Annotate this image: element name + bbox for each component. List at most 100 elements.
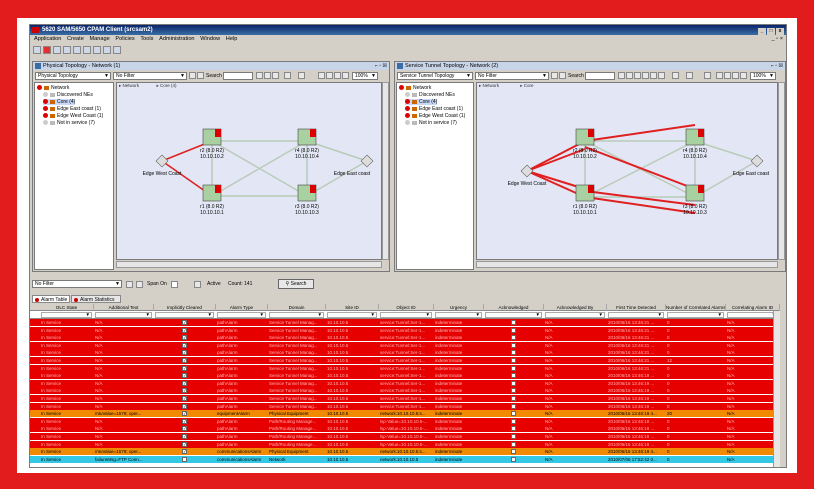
toolbar-btn-d[interactable]: [298, 72, 305, 79]
router-node-r4[interactable]: r4 (8.0 R2)10.10.10.4: [683, 128, 707, 160]
table-row[interactable]: In Service N/A ✓ pathAlarm Service Tunnel Ma…: [30, 364, 780, 372]
menu-help[interactable]: Help: [226, 35, 238, 44]
column-filter[interactable]: ▼: [727, 312, 778, 318]
toolbar-btn-d[interactable]: [642, 72, 649, 79]
filter-edit-icon[interactable]: [559, 72, 566, 79]
breadcrumb-item[interactable]: Core (4): [160, 83, 177, 88]
breadcrumb-item[interactable]: Network: [123, 83, 140, 88]
search-input[interactable]: [585, 72, 615, 80]
router-node-r2[interactable]: r2 (8.0 R2)10.10.10.2: [573, 128, 597, 160]
topology-canvas[interactable]: ▸ Network ▸ Core r2 (8.0 R2)10.10.10.2: [476, 82, 778, 260]
column-filter[interactable]: ▼: [608, 312, 664, 318]
zoom-out-icon[interactable]: [342, 72, 349, 79]
menu-application[interactable]: Application: [34, 35, 61, 44]
acknowledged-checkbox[interactable]: [511, 411, 516, 417]
tab-alarm-table[interactable]: Alarm Table: [32, 295, 70, 303]
column-header[interactable]: Domain: [268, 304, 326, 311]
column-filter[interactable]: ▼: [485, 312, 542, 318]
table-row[interactable]: In Service N/A ✓ pathAlarm Path/Routing Mana…: [30, 417, 780, 425]
column-header[interactable]: Correlating Alarm ID: [726, 304, 780, 311]
pan-hand-icon[interactable]: [724, 72, 731, 79]
acknowledged-checkbox[interactable]: [511, 350, 516, 356]
toolbar-icon-4[interactable]: [63, 46, 71, 54]
table-row[interactable]: In Service N/A ✓ pathAlarm Service Tunnel Ma…: [30, 334, 780, 342]
zoom-select[interactable]: 100% ▼: [352, 72, 378, 80]
table-row[interactable]: In Service N/A ✓ pathAlarm Service Tunnel Ma…: [30, 387, 780, 395]
close-button[interactable]: x: [776, 28, 784, 35]
column-filter[interactable]: ▼: [435, 312, 482, 318]
zoom-in-icon[interactable]: [732, 72, 739, 79]
router-node-r1[interactable]: r1 (8.0 R2)10.10.10.1: [573, 184, 597, 216]
menu-administration[interactable]: Administration: [159, 35, 194, 44]
toolbar-btn-f[interactable]: [658, 72, 665, 79]
toolbar-icon-1[interactable]: [33, 46, 41, 54]
edge-node-west[interactable]: Edge West Coast: [143, 154, 182, 177]
table-row[interactable]: In Service N/A ✓ pathAlarm Service Tunnel Ma…: [30, 395, 780, 402]
tree-item-not-in-service[interactable]: Not in service (7): [43, 120, 95, 126]
acknowledged-checkbox[interactable]: [511, 396, 516, 401]
minimize-button[interactable]: _: [758, 28, 766, 35]
acknowledged-checkbox[interactable]: [511, 373, 516, 379]
table-row[interactable]: In Service N/A ✓ pathAlarm Service Tunnel Ma…: [30, 379, 780, 387]
column-filter[interactable]: ▼: [327, 312, 377, 318]
breadcrumb-item[interactable]: Network: [483, 83, 500, 88]
acknowledged-checkbox[interactable]: [511, 320, 516, 325]
table-row[interactable]: In Service mtuValue=1578; oper... ✓ equipme…: [30, 410, 780, 418]
acknowledged-checkbox[interactable]: [511, 434, 516, 439]
menu-policies[interactable]: Policies: [115, 35, 134, 44]
table-vertical-scrollbar[interactable]: [773, 311, 780, 467]
column-header[interactable]: Site ID: [326, 304, 379, 311]
zoom-in-icon[interactable]: [334, 72, 341, 79]
pause-icon[interactable]: [194, 281, 201, 288]
layout-icon[interactable]: [672, 72, 679, 79]
layout-icon[interactable]: [284, 72, 291, 79]
column-header[interactable]: First Time Detected: [607, 304, 666, 311]
menu-create[interactable]: Create: [67, 35, 84, 44]
acknowledged-checkbox[interactable]: [511, 388, 516, 394]
vertical-scrollbar[interactable]: [778, 82, 785, 260]
column-filter[interactable]: ▼: [155, 312, 214, 318]
acknowledged-checkbox[interactable]: [511, 380, 516, 386]
horizontal-scrollbar[interactable]: [476, 261, 778, 268]
tree-item-network[interactable]: Network: [399, 85, 431, 91]
menu-window[interactable]: Window: [200, 35, 220, 44]
zoom-select[interactable]: 100% ▼: [750, 72, 776, 80]
column-header[interactable]: OLC State: [40, 304, 94, 311]
acknowledged-checkbox[interactable]: [511, 456, 516, 462]
column-header[interactable]: Alarm Type: [216, 304, 268, 311]
tree-item-edge-east[interactable]: Edge East coast (1): [43, 106, 101, 112]
acknowledged-checkbox[interactable]: [511, 426, 516, 432]
acknowledged-checkbox[interactable]: [511, 327, 516, 333]
alarm-filter-select[interactable]: No Filter ▼: [32, 280, 122, 288]
filter-select[interactable]: No Filter ▼: [113, 72, 187, 80]
toolbar-btn-h[interactable]: [704, 72, 711, 79]
view-select[interactable]: Physical Topology ▼: [35, 72, 111, 80]
table-row[interactable]: In Service failureMsg=FTP Conn... communic…: [30, 455, 780, 463]
toolbar-btn-b[interactable]: [264, 72, 271, 79]
table-row[interactable]: In Service mtuValue=1578; oper... ✓ communi…: [30, 448, 780, 456]
column-filter[interactable]: ▼: [269, 312, 324, 318]
tree-item-core[interactable]: Core (4): [43, 99, 76, 105]
tree-item-network[interactable]: Network: [37, 85, 69, 91]
select-arrow-icon[interactable]: [716, 72, 723, 79]
table-row[interactable]: In Service N/A ✓ pathAlarm Path/Routing Mana…: [30, 440, 780, 448]
search-button[interactable]: ⚲ Search: [278, 279, 314, 289]
edge-node-east[interactable]: Edge East coast: [334, 154, 374, 177]
column-header[interactable]: Number of Correlated Alarms: [666, 304, 726, 311]
filter-edit-icon[interactable]: [136, 281, 143, 288]
table-row[interactable]: In Service N/A ✓ pathAlarm Service Tunnel Ma…: [30, 326, 780, 334]
table-row[interactable]: In Service N/A ✓ pathAlarm Path/Routing Mana…: [30, 433, 780, 440]
tree-item-edge-west[interactable]: Edge West Coast (1): [405, 113, 465, 119]
column-filter[interactable]: ▼: [41, 312, 92, 318]
filter-select[interactable]: No Filter ▼: [475, 72, 549, 80]
router-node-r3[interactable]: r3 (8.0 R2)10.10.10.3: [295, 184, 319, 216]
toolbar-btn-a[interactable]: [618, 72, 625, 79]
column-header[interactable]: Implicitly Cleared: [154, 304, 216, 311]
acknowledged-checkbox[interactable]: [511, 342, 516, 348]
acknowledged-checkbox[interactable]: [511, 365, 516, 371]
toolbar-btn-g[interactable]: [686, 72, 693, 79]
table-row[interactable]: In Service N/A ✓ pathAlarm Path/Routing Mana…: [30, 425, 780, 433]
acknowledged-checkbox[interactable]: [511, 441, 516, 447]
zoom-out-icon[interactable]: [740, 72, 747, 79]
search-input[interactable]: [223, 72, 253, 80]
